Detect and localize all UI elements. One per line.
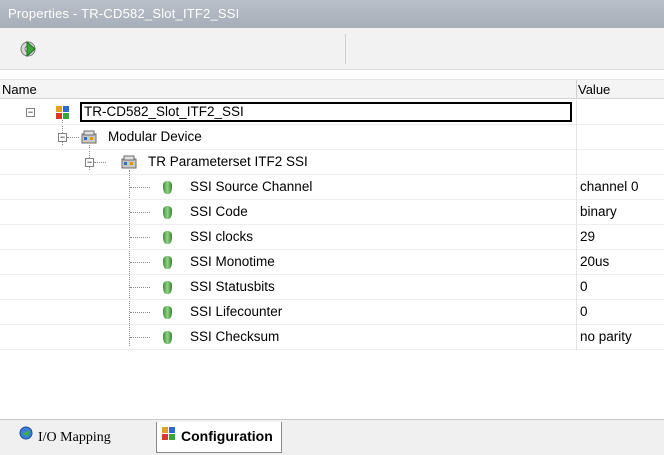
parameter-icon [163,256,172,269]
tree-line [130,287,150,288]
value-cell[interactable] [576,125,664,150]
device-slot-icon [55,104,71,123]
parameter-value[interactable]: channel 0 [576,175,664,200]
parameter-name: SSI Code [190,204,248,219]
value-cell[interactable] [576,150,664,175]
parameter-icon [163,206,172,219]
module-icon [81,129,97,148]
parameter-icon [163,281,172,294]
tree-line [130,237,150,238]
toolbar [0,28,664,70]
parameter-value[interactable]: 0 [576,275,664,300]
parameter-value[interactable]: 0 [576,300,664,325]
column-header-value[interactable]: Value [578,80,610,99]
parameter-name: SSI Lifecounter [190,304,283,319]
tree-label-modular-device: Modular Device [108,129,202,144]
tree-row-root[interactable]: − TR-CD582_Slot_ITF2_SSI [0,100,664,125]
parameter-row[interactable]: SSI Source Channel channel 0 [0,175,664,200]
tree-line [94,162,106,163]
tab-configuration[interactable]: Configuration [156,422,282,453]
tree-label-parameterset: TR Parameterset ITF2 SSI [148,154,308,169]
tree-label-root: TR-CD582_Slot_ITF2_SSI [84,104,244,119]
window-title: Properties - TR-CD582_Slot_ITF2_SSI [8,6,240,21]
parameter-icon [163,306,172,319]
parameter-name: SSI Checksum [190,329,280,344]
parameter-icon [163,331,172,344]
parameter-name: SSI Monotime [190,254,275,269]
module-icon [121,154,137,173]
io-mapping-icon [18,424,34,452]
tree-row-modular-device[interactable]: − Modular Device [0,125,664,150]
parameter-row[interactable]: SSI Statusbits 0 [0,275,664,300]
parameter-value[interactable]: binary [576,200,664,225]
collapse-toggle[interactable]: − [85,158,94,167]
tab-label: Configuration [181,428,273,444]
parameter-value[interactable]: 20us [576,250,664,275]
bottom-tab-strip: I/O Mapping Configuration [0,419,664,455]
column-header: Name Value [0,79,664,99]
tree-line [130,262,150,263]
collapse-toggle[interactable]: − [58,133,67,142]
window-title-bar: Properties - TR-CD582_Slot_ITF2_SSI [0,0,664,28]
collapse-toggle[interactable]: − [26,108,35,117]
tree-line [67,137,79,138]
tree-line [130,212,150,213]
value-cell[interactable] [576,100,664,125]
parameter-row[interactable]: SSI Lifecounter 0 [0,300,664,325]
tree-line [130,187,150,188]
tree-line [130,312,150,313]
parameter-row[interactable]: SSI Code binary [0,200,664,225]
tab-label: I/O Mapping [38,430,111,446]
parameter-value[interactable]: no parity [576,325,664,350]
property-tree-grid: − TR-CD582_Slot_ITF2_SSI − Modular Devic… [0,100,664,400]
parameter-name: SSI Source Channel [190,179,313,194]
green-arrow-gear-icon[interactable] [18,38,40,60]
column-header-name[interactable]: Name [2,80,37,99]
parameter-row[interactable]: SSI clocks 29 [0,225,664,250]
toolbar-separator [345,34,346,64]
parameter-name: SSI clocks [190,229,254,244]
tab-io-mapping[interactable]: I/O Mapping [18,424,111,452]
parameter-icon [163,231,172,244]
parameter-icon [163,181,172,194]
tree-row-parameterset[interactable]: − TR Parameterset ITF2 SSI [0,150,664,175]
parameter-row[interactable]: SSI Checksum no parity [0,325,664,350]
parameter-row[interactable]: SSI Monotime 20us [0,250,664,275]
tree-line [130,337,150,338]
parameter-value[interactable]: 29 [576,225,664,250]
configuration-icon [161,423,177,451]
parameter-name: SSI Statusbits [190,279,275,294]
column-resize-handle[interactable] [576,80,577,99]
